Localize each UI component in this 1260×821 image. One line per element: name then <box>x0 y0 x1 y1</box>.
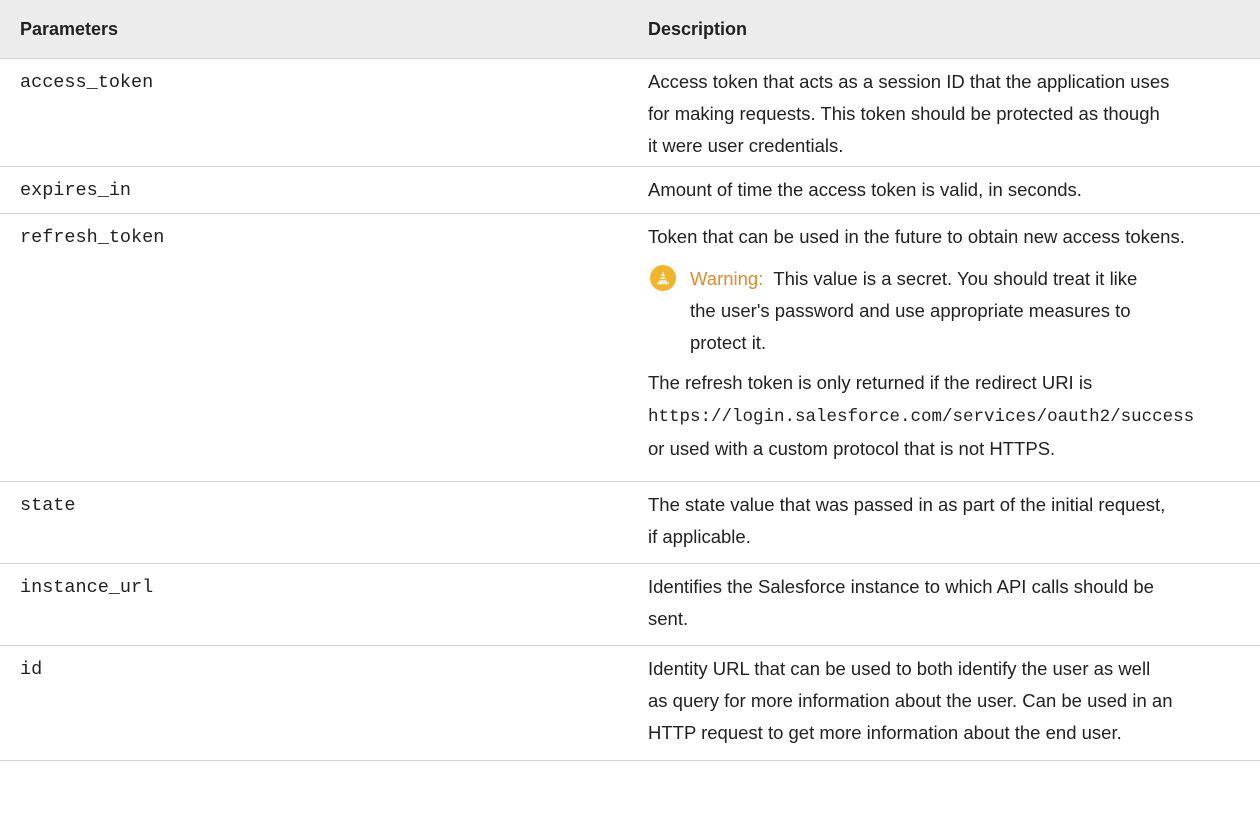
parameter-description: The state value that was passed in as pa… <box>648 481 1260 564</box>
description-line: for making requests. This token should b… <box>648 103 1160 124</box>
parameter-description: Identity URL that can be used to both id… <box>648 645 1260 761</box>
parameters-column-header: Parameters <box>0 0 648 59</box>
table-row: id Identity URL that can be used to both… <box>0 645 1260 761</box>
header-row: Parameters Description <box>0 0 1260 59</box>
parameter-name: access_token <box>0 58 648 167</box>
description-line: https://login.salesforce.com/services/oa… <box>648 399 1260 433</box>
description-line: The refresh token is only returned if th… <box>648 372 1093 393</box>
warning-line: protect it. <box>690 332 767 353</box>
table-row: state The state value that was passed in… <box>0 481 1260 564</box>
description-line: The state value that was passed in as pa… <box>648 494 1166 515</box>
description-line: Identity URL that can be used to both id… <box>648 658 1151 679</box>
description-line: sent. <box>648 608 689 629</box>
parameter-name: expires_in <box>0 166 648 214</box>
warning-text: This value is a secret. You should treat… <box>773 268 1138 289</box>
parameter-name: state <box>0 481 648 564</box>
warning-cone-icon <box>650 265 676 291</box>
warning-label: Warning: <box>690 268 764 289</box>
warning-line: the user's password and use appropriate … <box>690 300 1131 321</box>
description-line: Access token that acts as a session ID t… <box>648 71 1170 92</box>
table-body: access_token Access token that acts as a… <box>0 58 1260 761</box>
table-row: instance_url Identifies the Salesforce i… <box>0 563 1260 646</box>
description-line: Amount of time the access token is valid… <box>648 179 1082 200</box>
description-line: HTTP request to get more information abo… <box>648 722 1122 743</box>
table-header: Parameters Description <box>0 0 1260 59</box>
redirect-uri-code: https://login.salesforce.com/services/oa… <box>648 407 1195 427</box>
description-line: if applicable. <box>648 526 751 547</box>
table-row: refresh_token Token that can be used in … <box>0 213 1260 482</box>
parameter-description: Access token that acts as a session ID t… <box>648 58 1260 167</box>
parameter-description: Token that can be used in the future to … <box>648 213 1260 482</box>
warning-line: Warning: This value is a secret. You sho… <box>690 263 1260 295</box>
description-line: Identifies the Salesforce instance to wh… <box>648 576 1154 597</box>
description-line: as query for more information about the … <box>648 690 1173 711</box>
parameter-description: Amount of time the access token is valid… <box>648 166 1260 214</box>
parameters-table: Parameters Description access_token Acce… <box>0 0 1260 761</box>
description-line: it were user credentials. <box>648 135 844 156</box>
description-column-header: Description <box>648 0 1260 59</box>
parameter-name: refresh_token <box>0 213 648 482</box>
table-row: access_token Access token that acts as a… <box>0 58 1260 167</box>
parameter-description: Identifies the Salesforce instance to wh… <box>648 563 1260 646</box>
parameter-name: id <box>0 645 648 761</box>
description-line: or used with a custom protocol that is n… <box>648 438 1056 459</box>
warning-callout: Warning: This value is a secret. You sho… <box>648 263 1260 359</box>
table-row: expires_in Amount of time the access tok… <box>0 166 1260 214</box>
description-line: Token that can be used in the future to … <box>648 226 1185 247</box>
parameter-name: instance_url <box>0 563 648 646</box>
